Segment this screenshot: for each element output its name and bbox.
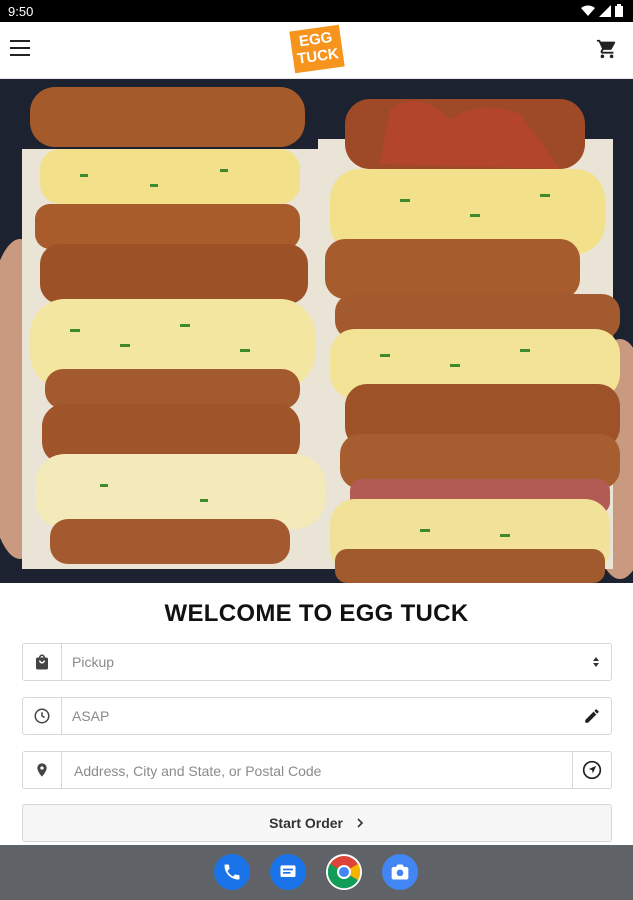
status-bar: 9:50: [0, 0, 633, 22]
clock-icon: [34, 708, 50, 724]
chrome-icon[interactable]: [326, 854, 362, 890]
locate-me-button[interactable]: [572, 752, 611, 788]
cart-icon[interactable]: [596, 38, 618, 60]
edit-pencil-icon[interactable]: [583, 707, 601, 725]
camera-icon[interactable]: [382, 854, 418, 890]
navigation-arrow-icon: [582, 760, 602, 780]
battery-icon: [615, 4, 623, 17]
hero-image: [0, 79, 633, 583]
signal-icon: [599, 4, 611, 17]
order-type-select[interactable]: Pickup: [22, 643, 612, 681]
egg-tuck-logo[interactable]: EGG TUCK: [289, 24, 345, 74]
system-dock: [0, 845, 633, 900]
messages-icon[interactable]: [270, 854, 306, 890]
location-pin-icon: [37, 763, 47, 777]
address-field: [22, 751, 612, 790]
wifi-icon: [581, 5, 595, 16]
order-time-field[interactable]: ASAP: [22, 697, 612, 735]
status-icons: [581, 4, 623, 17]
start-order-label: Start Order: [269, 815, 344, 831]
welcome-title: WELCOME TO EGG TUCK: [164, 600, 469, 627]
order-type-value: Pickup: [72, 654, 115, 670]
address-icon-cell: [23, 752, 62, 788]
app-bar: EGG TUCK: [0, 22, 633, 79]
menu-icon[interactable]: [10, 40, 30, 58]
order-time-icon-cell: [23, 698, 62, 734]
select-arrows-icon: [593, 657, 599, 667]
address-input[interactable]: [72, 752, 566, 790]
order-type-icon-cell: [23, 644, 62, 680]
chevron-right-icon: [357, 818, 364, 828]
start-order-button[interactable]: Start Order: [22, 804, 612, 842]
phone-icon[interactable]: [214, 854, 250, 890]
status-time: 9:50: [8, 4, 34, 19]
shopping-bag-icon: [36, 654, 48, 670]
dock-apps: [214, 854, 418, 890]
order-time-value: ASAP: [72, 708, 110, 724]
sandwich-stack-illustration: [0, 79, 633, 583]
